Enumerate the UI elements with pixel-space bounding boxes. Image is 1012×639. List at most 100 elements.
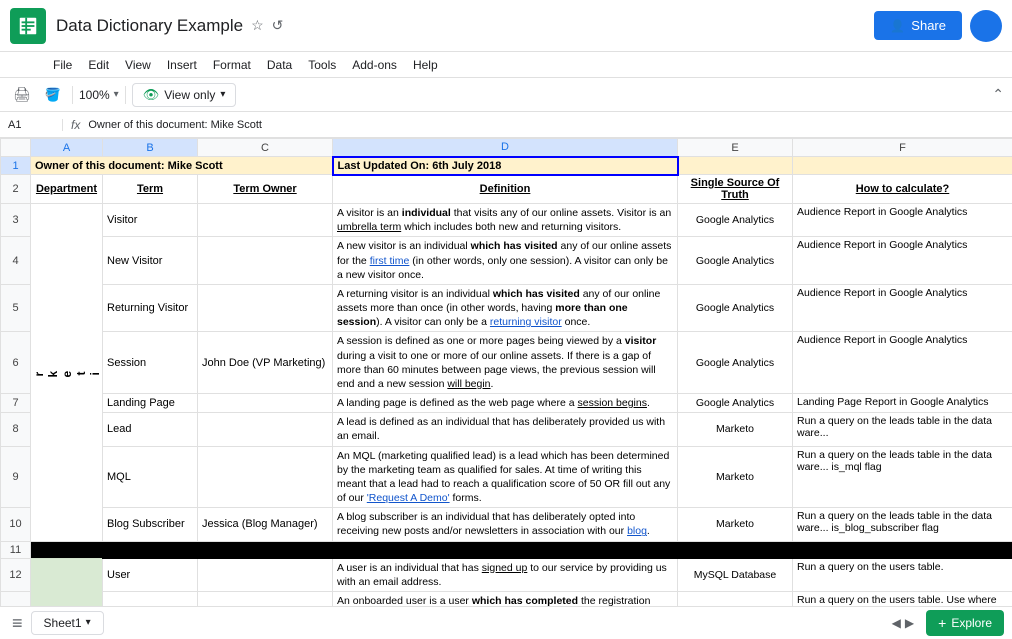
scroll-left-icon[interactable]: ◀ bbox=[892, 616, 901, 630]
cell-d6[interactable]: A session is defined as one or more page… bbox=[333, 332, 678, 394]
cell-c12[interactable] bbox=[198, 558, 333, 591]
row-header-1: 1 bbox=[1, 157, 31, 175]
cell-e7[interactable]: Google Analytics bbox=[678, 394, 793, 413]
cell-d12[interactable]: A user is an individual that has signed … bbox=[333, 558, 678, 591]
cell-f6[interactable]: Audience Report in Google Analytics bbox=[793, 332, 1012, 394]
cell-b8[interactable]: Lead bbox=[103, 413, 198, 446]
col-header-d[interactable]: D bbox=[333, 139, 678, 157]
menu-insert[interactable]: Insert bbox=[160, 56, 204, 74]
zoom-value: 100% bbox=[79, 88, 110, 102]
cell-e13[interactable]: MySQL Database bbox=[678, 591, 793, 606]
cell-b5[interactable]: Returning Visitor bbox=[103, 284, 198, 332]
cell-d10[interactable]: A blog subscriber is an individual that … bbox=[333, 508, 678, 541]
cell-f9[interactable]: Run a query on the leads table in the da… bbox=[793, 446, 1012, 508]
view-only-button[interactable]: 👁 View only ▾ bbox=[132, 83, 237, 107]
cell-b3[interactable]: Visitor bbox=[103, 204, 198, 237]
col-header-e[interactable]: E bbox=[678, 139, 793, 157]
cell-e12[interactable]: MySQL Database bbox=[678, 558, 793, 591]
cell-d4[interactable]: A new visitor is an individual which has… bbox=[333, 237, 678, 285]
cell-c7[interactable] bbox=[198, 394, 333, 413]
cell-b4[interactable]: New Visitor bbox=[103, 237, 198, 285]
explore-button[interactable]: + Explore bbox=[926, 610, 1004, 636]
cell-f12[interactable]: Run a query on the users table. bbox=[793, 558, 1012, 591]
cell-b9[interactable]: MQL bbox=[103, 446, 198, 508]
row-header-4: 4 bbox=[1, 237, 31, 285]
col-header-f[interactable]: F bbox=[793, 139, 1012, 157]
cell-b2[interactable]: Term bbox=[103, 175, 198, 204]
cell-d3[interactable]: A visitor is an individual that visits a… bbox=[333, 204, 678, 237]
menu-file[interactable]: File bbox=[46, 56, 79, 74]
cell-f10[interactable]: Run a query on the leads table in the da… bbox=[793, 508, 1012, 541]
menu-data[interactable]: Data bbox=[260, 56, 299, 74]
collapse-icon[interactable]: ⌃ bbox=[992, 86, 1004, 103]
cell-d5[interactable]: A returning visitor is an individual whi… bbox=[333, 284, 678, 332]
cell-c13[interactable] bbox=[198, 591, 333, 606]
cell-a12[interactable]: Product bbox=[31, 558, 103, 606]
paint-format-button[interactable]: 🪣 bbox=[40, 84, 66, 106]
star-icon[interactable]: ☆ bbox=[251, 17, 264, 34]
menu-edit[interactable]: Edit bbox=[81, 56, 116, 74]
cell-f5[interactable]: Audience Report in Google Analytics bbox=[793, 284, 1012, 332]
cell-b7[interactable]: Landing Page bbox=[103, 394, 198, 413]
cell-c6[interactable]: John Doe (VP Marketing) bbox=[198, 332, 333, 394]
cell-e1[interactable] bbox=[678, 157, 793, 175]
cell-d8[interactable]: A lead is defined as an individual that … bbox=[333, 413, 678, 446]
cell-f7[interactable]: Landing Page Report in Google Analytics bbox=[793, 394, 1012, 413]
col-header-a[interactable]: A bbox=[31, 139, 103, 157]
cell-c8[interactable] bbox=[198, 413, 333, 446]
cell-e10[interactable]: Marketo bbox=[678, 508, 793, 541]
cell-c2[interactable]: Term Owner bbox=[198, 175, 333, 204]
cell-d7[interactable]: A landing page is defined as the web pag… bbox=[333, 394, 678, 413]
cell-a2[interactable]: Department bbox=[31, 175, 103, 204]
cell-e5[interactable]: Google Analytics bbox=[678, 284, 793, 332]
cell-c3[interactable] bbox=[198, 204, 333, 237]
cell-reference[interactable]: A1 bbox=[8, 119, 63, 131]
share-button[interactable]: 👤 Share bbox=[874, 11, 962, 40]
menu-view[interactable]: View bbox=[118, 56, 158, 74]
divider-2 bbox=[125, 86, 126, 104]
menu-format[interactable]: Format bbox=[206, 56, 258, 74]
cell-e2[interactable]: Single Source Of Truth bbox=[678, 175, 793, 204]
table-row-5: 5 Returning Visitor A returning visitor … bbox=[1, 284, 1012, 332]
cell-f2[interactable]: How to calculate? bbox=[793, 175, 1012, 204]
col-header-b[interactable]: B bbox=[103, 139, 198, 157]
menu-addons[interactable]: Add-ons bbox=[345, 56, 404, 74]
menu-tools[interactable]: Tools bbox=[301, 56, 343, 74]
cell-e3[interactable]: Google Analytics bbox=[678, 204, 793, 237]
cell-b12[interactable]: User bbox=[103, 558, 198, 591]
cell-e4[interactable]: Google Analytics bbox=[678, 237, 793, 285]
zoom-dropdown-icon[interactable]: ▾ bbox=[114, 89, 119, 100]
cell-d9[interactable]: An MQL (marketing qualified lead) is a l… bbox=[333, 446, 678, 508]
toolbar: 🖨 🪣 100% ▾ 👁 View only ▾ ⌃ bbox=[0, 78, 1012, 112]
cell-d1[interactable]: Last Updated On: 6th July 2018 bbox=[333, 157, 678, 175]
scroll-right-icon[interactable]: ▶ bbox=[905, 616, 914, 630]
cell-b13[interactable]: Onboarded User bbox=[103, 591, 198, 606]
main-table: A B C D E F 1 Owner of this document: Mi… bbox=[0, 138, 1012, 606]
cell-a1[interactable]: Owner of this document: Mike Scott bbox=[31, 157, 333, 175]
cell-c4[interactable] bbox=[198, 237, 333, 285]
menu-help[interactable]: Help bbox=[406, 56, 445, 74]
sheet-tab[interactable]: Sheet1 ▾ bbox=[31, 611, 104, 635]
cell-f1[interactable] bbox=[793, 157, 1012, 175]
cell-c5[interactable] bbox=[198, 284, 333, 332]
add-sheet-button[interactable]: ≡ bbox=[8, 610, 27, 636]
cell-c9[interactable] bbox=[198, 446, 333, 508]
col-header-c[interactable]: C bbox=[198, 139, 333, 157]
cell-f4[interactable]: Audience Report in Google Analytics bbox=[793, 237, 1012, 285]
cell-f8[interactable]: Run a query on the leads table in the da… bbox=[793, 413, 1012, 446]
cell-d2[interactable]: Definition bbox=[333, 175, 678, 204]
cell-d13[interactable]: An onboarded user is a user which has co… bbox=[333, 591, 678, 606]
cell-e9[interactable]: Marketo bbox=[678, 446, 793, 508]
cell-f13[interactable]: Run a query on the users table. Use wher… bbox=[793, 591, 1012, 606]
cell-c10[interactable]: Jessica (Blog Manager) bbox=[198, 508, 333, 541]
cell-b10[interactable]: Blog Subscriber bbox=[103, 508, 198, 541]
print-button[interactable]: 🖨 bbox=[8, 83, 36, 106]
history-icon[interactable]: ↺ bbox=[272, 17, 284, 34]
cell-f3[interactable]: Audience Report in Google Analytics bbox=[793, 204, 1012, 237]
view-only-chevron: ▾ bbox=[220, 89, 225, 100]
avatar[interactable] bbox=[970, 10, 1002, 42]
cell-e6[interactable]: Google Analytics bbox=[678, 332, 793, 394]
cell-b6[interactable]: Session bbox=[103, 332, 198, 394]
cell-e8[interactable]: Marketo bbox=[678, 413, 793, 446]
cell-a3[interactable]: Marketing bbox=[31, 204, 103, 542]
